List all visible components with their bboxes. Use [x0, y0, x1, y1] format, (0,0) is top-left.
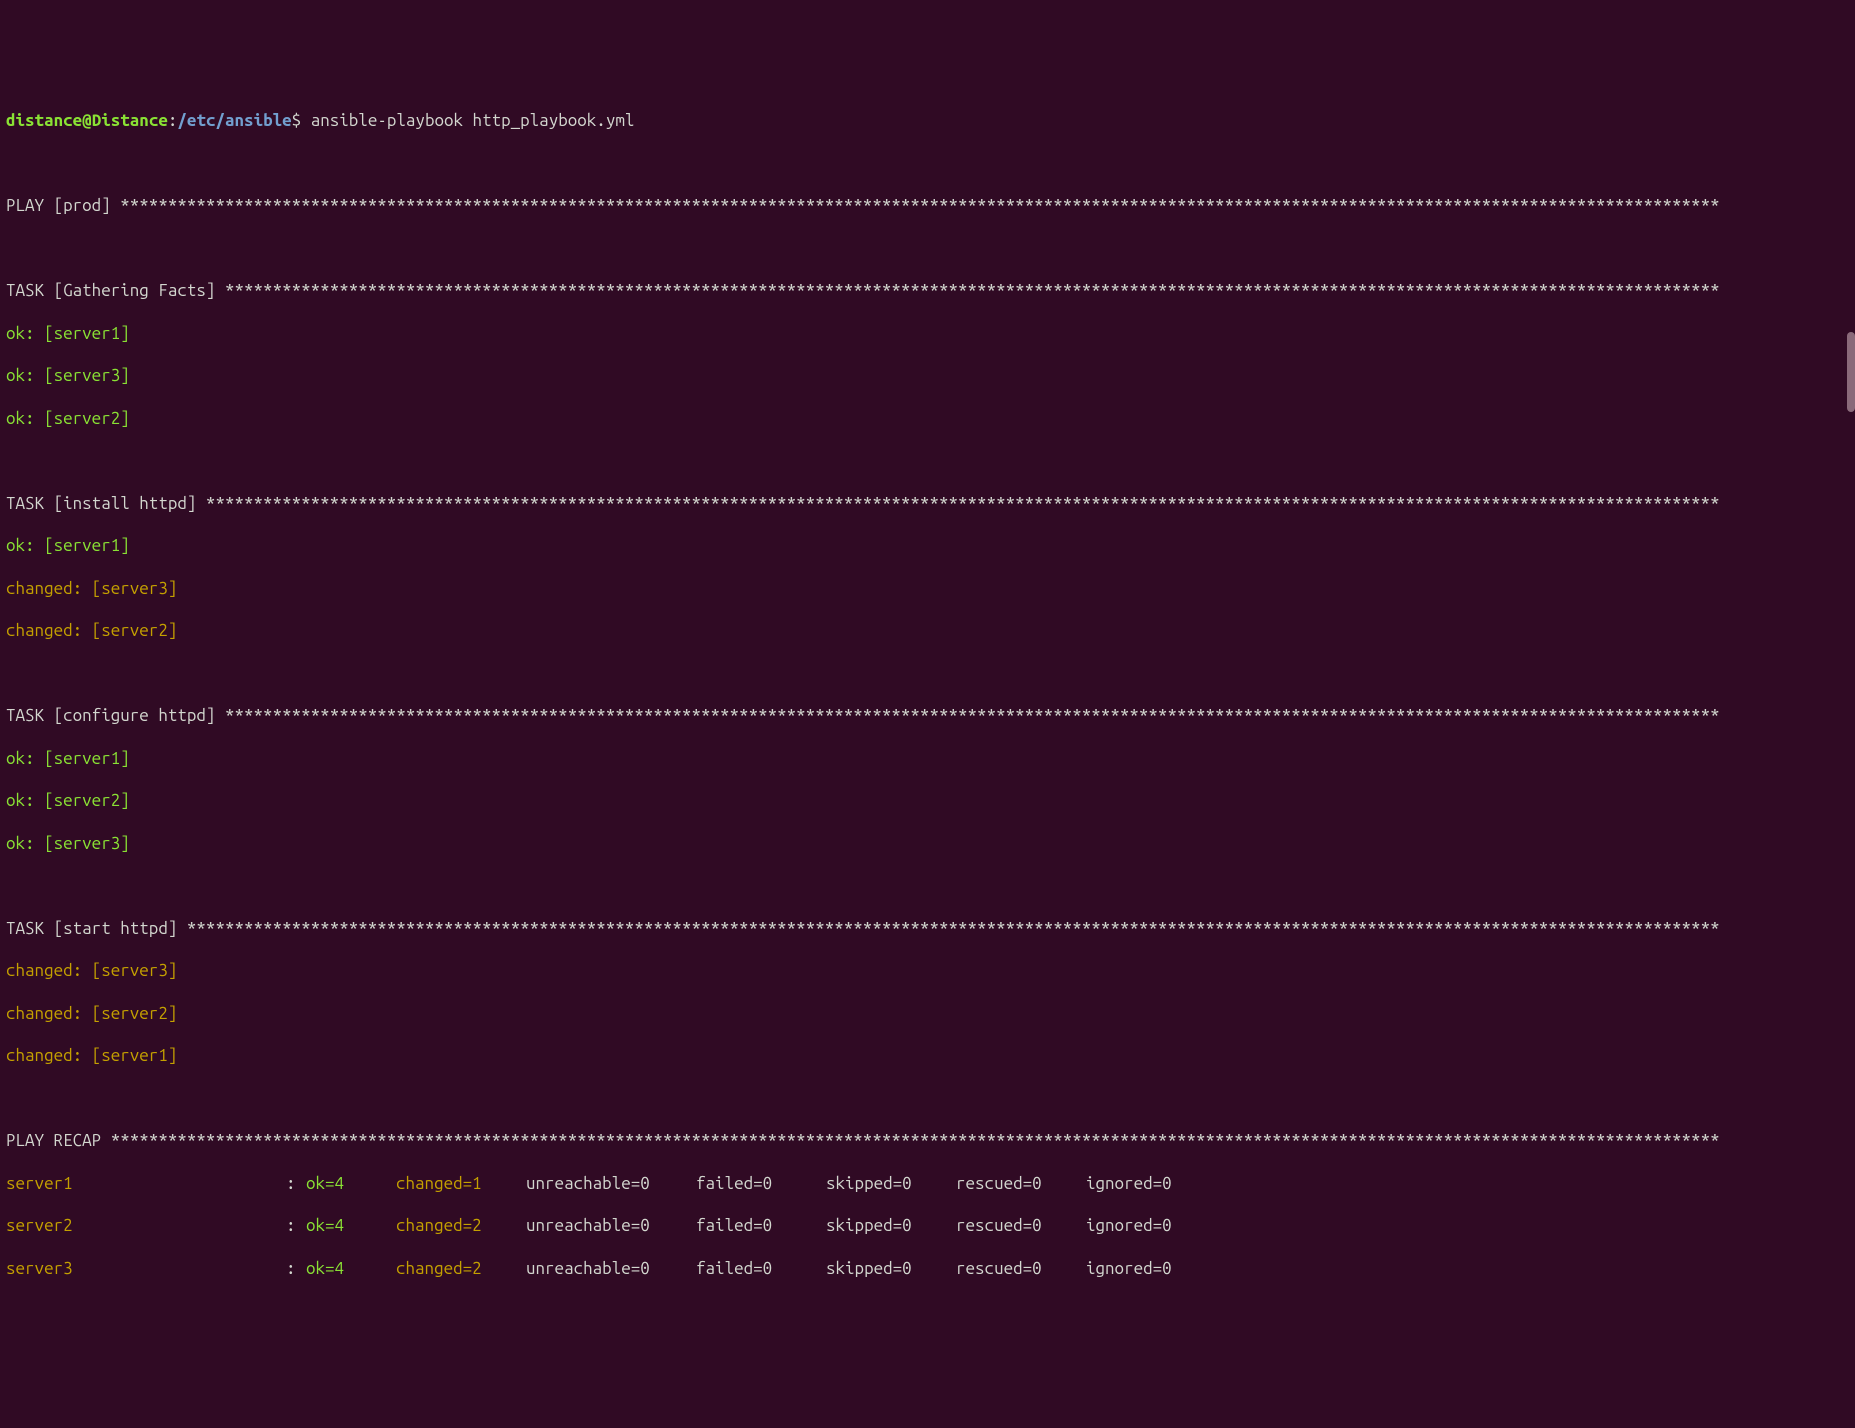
recap-failed: failed=0 [696, 1258, 826, 1279]
recap-ignored: ignored=0 [1086, 1258, 1216, 1279]
play-stars: ****************************************… [120, 196, 1719, 215]
prompt-line: distance@Distance:/etc/ansible$ ansible-… [6, 110, 1849, 131]
task-stars: ****************************************… [225, 281, 1720, 300]
recap-rescued: rescued=0 [956, 1258, 1086, 1279]
prompt-colon: : [168, 111, 178, 130]
recap-failed: failed=0 [696, 1173, 826, 1194]
recap-ok: ok=4 [306, 1173, 396, 1194]
recap-ignored: ignored=0 [1086, 1173, 1216, 1194]
blank-line [6, 238, 1849, 259]
prompt-dollar: $ [292, 111, 302, 130]
task-stars: ****************************************… [225, 706, 1720, 725]
task-stars: ****************************************… [187, 919, 1720, 938]
recap-row: server2:ok=4changed=2unreachable=0failed… [6, 1215, 1849, 1236]
recap-changed: changed=1 [396, 1173, 526, 1194]
task-result: ok: [server2] [6, 790, 1849, 811]
task-result: ok: [server3] [6, 833, 1849, 854]
blank-line [6, 663, 1849, 684]
recap-label: PLAY RECAP [6, 1131, 111, 1150]
recap-skipped: skipped=0 [826, 1215, 956, 1236]
recap-row: server1:ok=4changed=1unreachable=0failed… [6, 1173, 1849, 1194]
task-label: TASK [install httpd] [6, 494, 206, 513]
recap-unreachable: unreachable=0 [526, 1173, 696, 1194]
task-header: TASK [start httpd] *********************… [6, 918, 1849, 939]
recap-colon: : [286, 1258, 306, 1279]
play-label: PLAY [prod] [6, 196, 120, 215]
recap-ignored: ignored=0 [1086, 1215, 1216, 1236]
recap-ok: ok=4 [306, 1258, 396, 1279]
prompt-user: distance [6, 111, 82, 130]
task-result: changed: [server2] [6, 620, 1849, 641]
task-result: changed: [server3] [6, 578, 1849, 599]
recap-colon: : [286, 1215, 306, 1236]
blank-line [6, 153, 1849, 174]
task-result: ok: [server3] [6, 365, 1849, 386]
blank-line [6, 1088, 1849, 1109]
recap-skipped: skipped=0 [826, 1258, 956, 1279]
recap-row: server3:ok=4changed=2unreachable=0failed… [6, 1258, 1849, 1279]
task-result: changed: [server3] [6, 960, 1849, 981]
task-header: TASK [install httpd] *******************… [6, 493, 1849, 514]
blank-line [6, 875, 1849, 896]
recap-host: server1 [6, 1173, 286, 1194]
recap-changed: changed=2 [396, 1215, 526, 1236]
scrollbar-thumb[interactable] [1847, 332, 1855, 412]
recap-rescued: rescued=0 [956, 1215, 1086, 1236]
recap-changed: changed=2 [396, 1258, 526, 1279]
task-header: TASK [Gathering Facts] *****************… [6, 280, 1849, 301]
task-stars: ****************************************… [206, 494, 1720, 513]
prompt-host: Distance [92, 111, 168, 130]
recap-header: PLAY RECAP *****************************… [6, 1130, 1849, 1151]
task-result: changed: [server1] [6, 1045, 1849, 1066]
prompt-at: @ [82, 111, 92, 130]
recap-colon: : [286, 1173, 306, 1194]
recap-unreachable: unreachable=0 [526, 1258, 696, 1279]
task-result: ok: [server2] [6, 408, 1849, 429]
play-header: PLAY [prod] ****************************… [6, 195, 1849, 216]
terminal-output[interactable]: distance@Distance:/etc/ansible$ ansible-… [6, 89, 1849, 1300]
recap-host: server2 [6, 1215, 286, 1236]
recap-ok: ok=4 [306, 1215, 396, 1236]
task-result: ok: [server1] [6, 535, 1849, 556]
task-header: TASK [configure httpd] *****************… [6, 705, 1849, 726]
recap-skipped: skipped=0 [826, 1173, 956, 1194]
prompt-path: /etc/ansible [177, 111, 291, 130]
task-label: TASK [configure httpd] [6, 706, 225, 725]
task-label: TASK [start httpd] [6, 919, 187, 938]
recap-rescued: rescued=0 [956, 1173, 1086, 1194]
task-result: changed: [server2] [6, 1003, 1849, 1024]
recap-stars: ****************************************… [111, 1131, 1720, 1150]
task-result: ok: [server1] [6, 323, 1849, 344]
recap-unreachable: unreachable=0 [526, 1215, 696, 1236]
recap-host: server3 [6, 1258, 286, 1279]
task-result: ok: [server1] [6, 748, 1849, 769]
task-label: TASK [Gathering Facts] [6, 281, 225, 300]
command-text: ansible-playbook http_playbook.yml [301, 111, 634, 130]
recap-failed: failed=0 [696, 1215, 826, 1236]
blank-line [6, 450, 1849, 471]
